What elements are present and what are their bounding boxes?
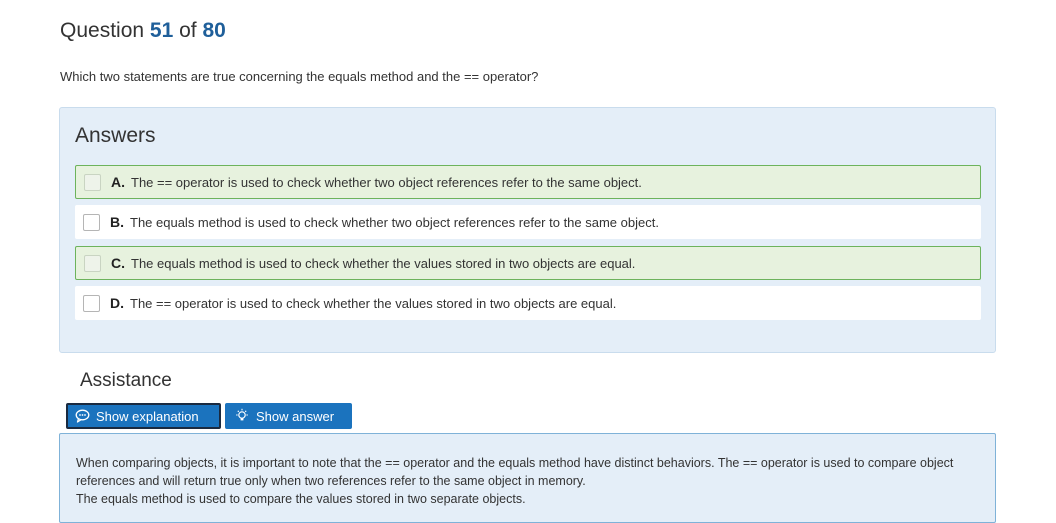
assistance-title: Assistance (80, 370, 172, 391)
explanation-paragraph: When comparing objects, it is important … (76, 456, 954, 488)
question-of-label: of (179, 19, 197, 42)
answer-letter: D. (110, 295, 124, 311)
answer-text: The == operator is used to check whether… (131, 174, 642, 190)
explanation-text: When comparing objects, it is important … (76, 454, 976, 508)
answer-checkbox[interactable] (84, 254, 101, 272)
answers-title: Answers (75, 124, 156, 147)
lightbulb-icon (236, 408, 248, 421)
answers-panel: Answers A. The == operator is used to ch… (59, 107, 996, 353)
show-explanation-label: Show explanation (96, 408, 199, 424)
answer-letter: C. (111, 255, 125, 271)
explanation-panel: When comparing objects, it is important … (59, 433, 996, 523)
answer-option-d[interactable]: D. The == operator is used to check whet… (75, 286, 981, 320)
answer-letter: A. (111, 174, 125, 190)
answer-text: The == operator is used to check whether… (130, 295, 617, 311)
question-number: 51 (149, 19, 174, 42)
answer-text: The equals method is used to check wheth… (130, 214, 659, 230)
answer-option-a[interactable]: A. The == operator is used to check whet… (75, 165, 981, 199)
question-text: Which two statements are true concerning… (60, 69, 539, 84)
answer-checkbox[interactable] (84, 173, 101, 191)
answer-option-c[interactable]: C. The equals method is used to check wh… (75, 246, 981, 280)
answer-option-b[interactable]: B. The equals method is used to check wh… (75, 205, 981, 239)
answer-letter: B. (110, 214, 124, 230)
show-explanation-button[interactable]: Show explanation (66, 403, 221, 429)
speech-bubble-icon (75, 409, 90, 423)
question-heading: Question 51 of 80 (60, 19, 226, 43)
answer-checkbox[interactable] (83, 213, 100, 231)
explanation-paragraph: The equals method is used to compare the… (76, 492, 526, 506)
show-answer-label: Show answer (256, 408, 335, 424)
answer-text: The equals method is used to check wheth… (131, 255, 636, 271)
question-total: 80 (202, 19, 226, 42)
question-prefix: Question (60, 19, 145, 42)
answer-checkbox[interactable] (83, 294, 100, 312)
show-answer-button[interactable]: Show answer (225, 403, 352, 429)
